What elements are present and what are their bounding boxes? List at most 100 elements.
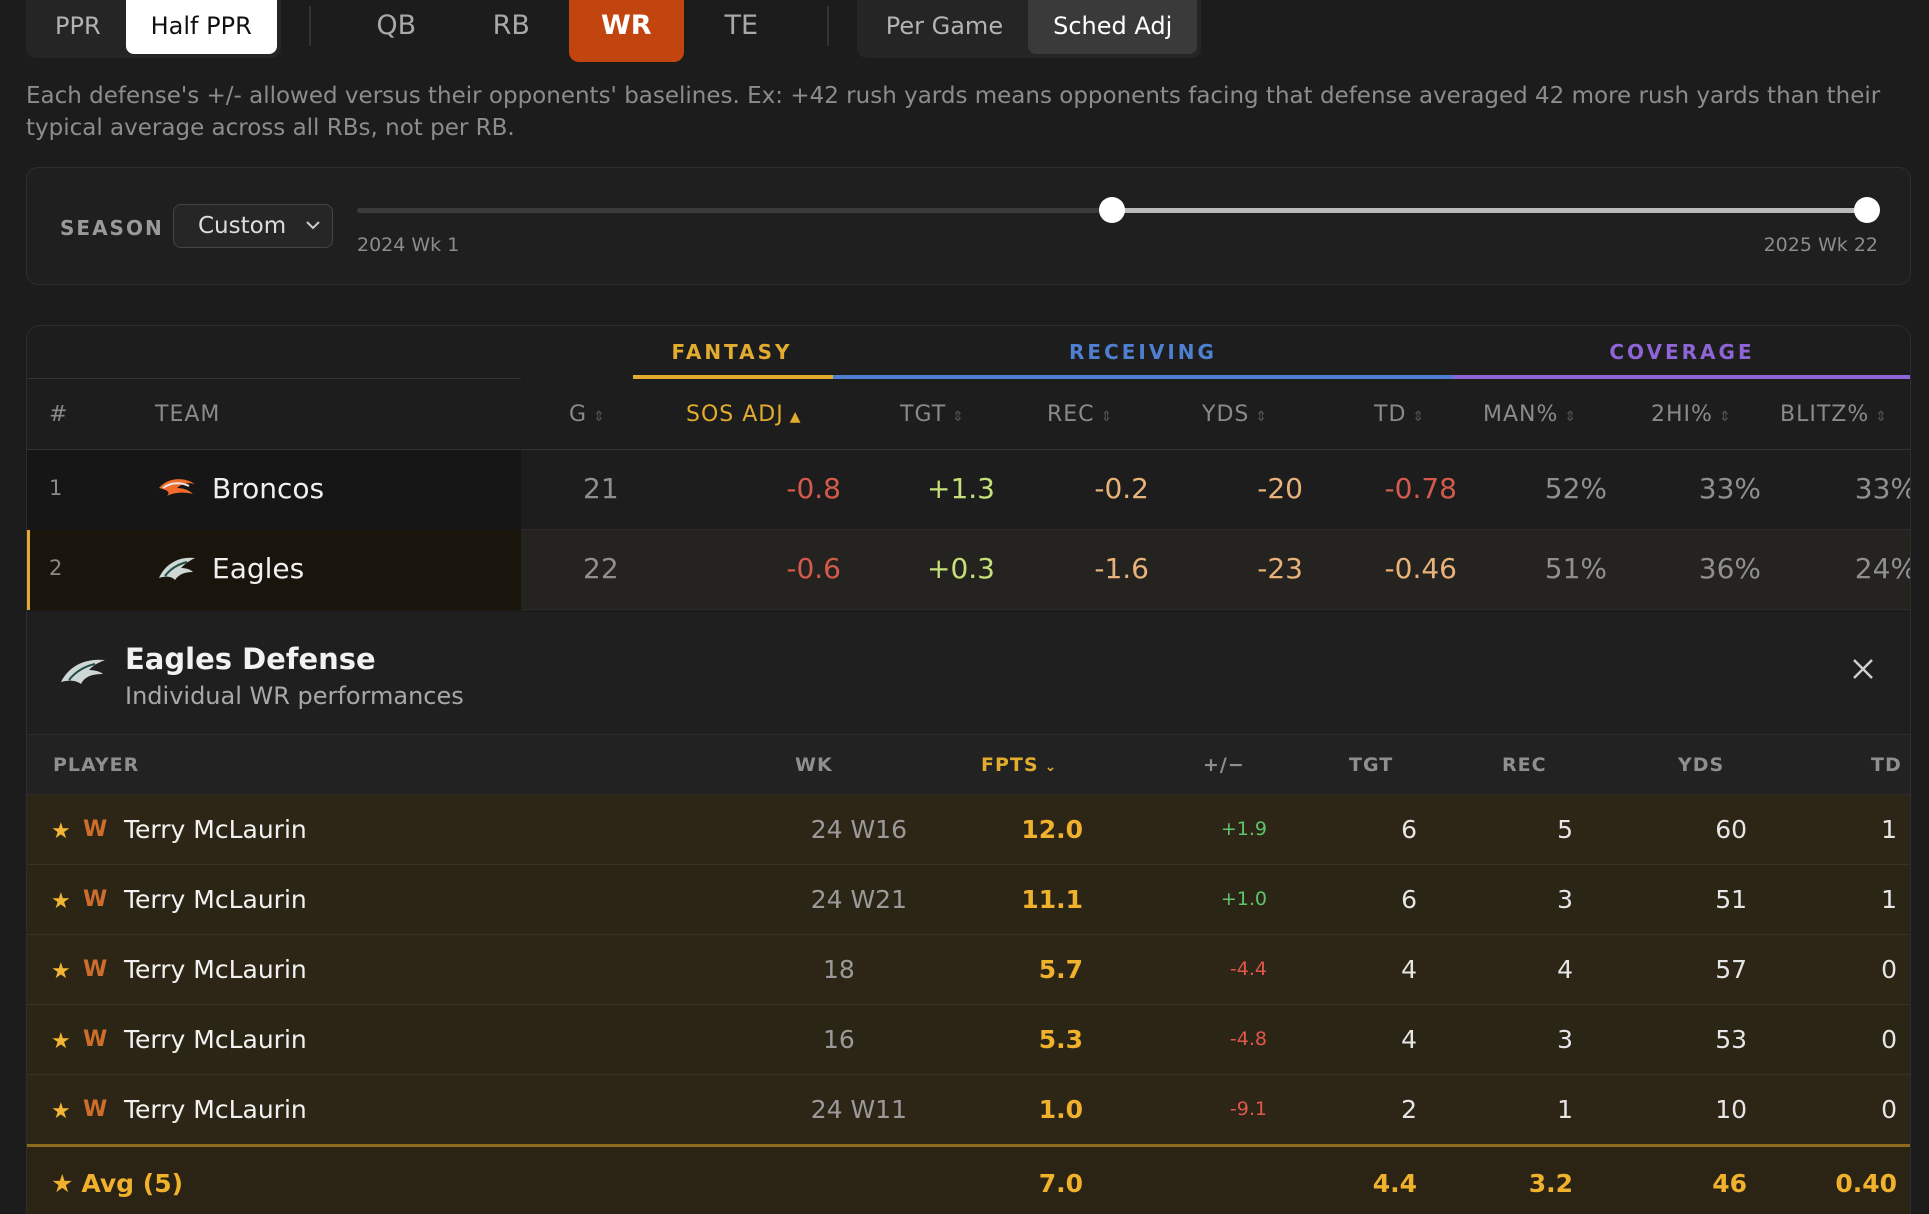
col-2hi[interactable]: 2HI% ⇕	[1651, 402, 1732, 427]
player-name: Terry McLaurin	[124, 955, 307, 984]
cell-fpts: 5.7	[1038, 955, 1083, 984]
cell-tgt: 4	[1401, 955, 1417, 984]
cell-wk: 24 W16	[810, 815, 907, 844]
group-fantasy-underline	[633, 375, 833, 379]
season-range-slider[interactable]	[357, 197, 1880, 223]
cell-g: 21	[583, 472, 619, 505]
star-icon[interactable]: ★	[51, 889, 71, 914]
tab-qb[interactable]: QB	[339, 0, 454, 62]
table-row-selected[interactable]: 2 Eagles 22 -0.6 +0.3 -1.6 -23 -0.46 51%…	[27, 530, 1910, 610]
dcol-fpts[interactable]: FPTS ⌄	[981, 754, 1057, 776]
cell-yds: -23	[1257, 552, 1303, 585]
list-item[interactable]: ★ W Terry McLaurin 18 5.7 -4.4 4 4 57 0	[27, 935, 1910, 1005]
cell-yds: 57	[1715, 955, 1747, 984]
col-yds[interactable]: YDS ⇕	[1202, 402, 1268, 427]
col-g[interactable]: G ⇕	[569, 402, 606, 427]
dcol-tgt[interactable]: TGT	[1349, 754, 1393, 776]
col-blitz[interactable]: BLITZ% ⇕	[1780, 402, 1888, 427]
list-item[interactable]: ★ W Terry McLaurin 24 W21 11.1 +1.0 6 3 …	[27, 865, 1910, 935]
cell-yds: 60	[1715, 815, 1747, 844]
cell-tgt: 4	[1401, 1025, 1417, 1054]
broncos-logo-icon	[159, 479, 195, 496]
cell-fpts: 1.0	[1038, 1095, 1083, 1124]
col-rank: #	[49, 402, 69, 427]
detail-subtitle: Individual WR performances	[125, 682, 464, 710]
sort-icon: ⇕	[1875, 409, 1888, 425]
detail-title: Eagles Defense	[125, 642, 376, 676]
cell-wk: 16	[823, 1025, 855, 1054]
dcol-rec[interactable]: REC	[1502, 754, 1547, 776]
average-row: ★ Avg (5) 7.0 4.4 3.2 46 0.40	[27, 1144, 1910, 1214]
dcol-player[interactable]: PLAYER	[53, 754, 139, 776]
slider-fill	[1112, 208, 1867, 213]
commanders-logo-icon: W	[83, 817, 107, 842]
eagles-logo-icon	[159, 557, 195, 580]
range-max-label: 2025 Wk 22	[1763, 234, 1878, 256]
star-icon[interactable]: ★	[51, 1099, 71, 1124]
cell-plus-minus: +1.0	[1220, 888, 1267, 910]
col-td[interactable]: TD ⇕	[1374, 402, 1425, 427]
sort-icon: ⇕	[1412, 409, 1426, 425]
half-ppr-button[interactable]: Half PPR	[125, 0, 277, 54]
table-row[interactable]: 1 Broncos 21 -0.8 +1.3 -0.2 -20 -0.78 52…	[27, 450, 1910, 530]
player-name: Terry McLaurin	[124, 1025, 307, 1054]
cell-rec: 5	[1557, 815, 1573, 844]
mode-toggle: Per Game Sched Adj	[856, 0, 1202, 58]
toolbar-divider	[826, 6, 829, 46]
star-icon[interactable]: ★	[51, 1029, 71, 1054]
cell-blitz: 24%	[1854, 552, 1911, 585]
cell-plus-minus: -9.1	[1229, 1098, 1267, 1120]
defense-table: FANTASY RECEIVING COVERAGE # TEAM G ⇕ SOS…	[26, 325, 1911, 1214]
tab-te[interactable]: TE	[684, 0, 799, 62]
star-icon[interactable]: ★	[51, 819, 71, 844]
avg-td: 0.40	[1835, 1169, 1897, 1198]
cell-rec: -1.6	[1094, 552, 1149, 585]
cell-rec: 1	[1557, 1095, 1573, 1124]
dcol-td[interactable]: TD	[1871, 754, 1902, 776]
column-groups: FANTASY RECEIVING COVERAGE	[27, 326, 1910, 380]
cell-rec: -0.2	[1094, 472, 1149, 505]
slider-end-handle[interactable]	[1854, 197, 1880, 223]
group-fantasy: FANTASY	[671, 340, 793, 364]
per-game-button[interactable]: Per Game	[861, 0, 1028, 54]
sort-icon: ⇕	[1255, 409, 1269, 425]
group-receiving: RECEIVING	[1069, 340, 1217, 364]
cell-fpts: 5.3	[1038, 1025, 1083, 1054]
cell-wk: 24 W11	[810, 1095, 907, 1124]
star-icon: ★	[51, 1169, 74, 1198]
dcol-plus-minus[interactable]: +/−	[1203, 754, 1245, 776]
avg-fpts: 7.0	[1038, 1169, 1083, 1198]
player-name: Terry McLaurin	[124, 815, 307, 844]
list-item[interactable]: ★ W Terry McLaurin 24 W11 1.0 -9.1 2 1 1…	[27, 1075, 1910, 1145]
group-receiving-underline	[833, 375, 1453, 379]
cell-sos: -0.6	[786, 552, 841, 585]
cell-wk: 24 W21	[810, 885, 907, 914]
star-icon[interactable]: ★	[51, 959, 71, 984]
season-select[interactable]: Custom	[173, 204, 333, 248]
sort-icon: ⇕	[593, 409, 606, 425]
list-item[interactable]: ★ W Terry McLaurin 24 W16 12.0 +1.9 6 5 …	[27, 795, 1910, 865]
tab-rb[interactable]: RB	[454, 0, 569, 62]
col-man[interactable]: MAN% ⇕	[1483, 402, 1577, 427]
table-header: # TEAM G ⇕ SOS ADJ ▲ TGT ⇕ REC ⇕ YDS ⇕ TD ⇕ MA…	[27, 380, 1910, 450]
cell-td: 0	[1881, 955, 1897, 984]
cell-2hi: 36%	[1698, 552, 1761, 585]
dcol-yds[interactable]: YDS	[1678, 754, 1724, 776]
dcol-wk[interactable]: WK	[795, 754, 833, 776]
col-rec[interactable]: REC ⇕	[1047, 402, 1113, 427]
cell-yds: 53	[1715, 1025, 1747, 1054]
cell-td: 0	[1881, 1025, 1897, 1054]
col-tgt[interactable]: TGT ⇕	[900, 402, 965, 427]
cell-g: 22	[583, 552, 619, 585]
list-item[interactable]: ★ W Terry McLaurin 16 5.3 -4.8 4 3 53 0	[27, 1005, 1910, 1075]
ppr-button[interactable]: PPR	[30, 0, 126, 54]
range-min-label: 2024 Wk 1	[357, 234, 460, 256]
close-icon[interactable]	[1846, 652, 1880, 686]
cell-td: 1	[1881, 885, 1897, 914]
slider-start-handle[interactable]	[1099, 197, 1125, 223]
col-sos-adj[interactable]: SOS ADJ ▲	[686, 402, 802, 427]
tab-wr[interactable]: WR	[568, 0, 684, 62]
sched-adj-button[interactable]: Sched Adj	[1028, 0, 1198, 54]
row-rank: 1	[49, 476, 63, 500]
cell-tgt: 6	[1401, 885, 1417, 914]
